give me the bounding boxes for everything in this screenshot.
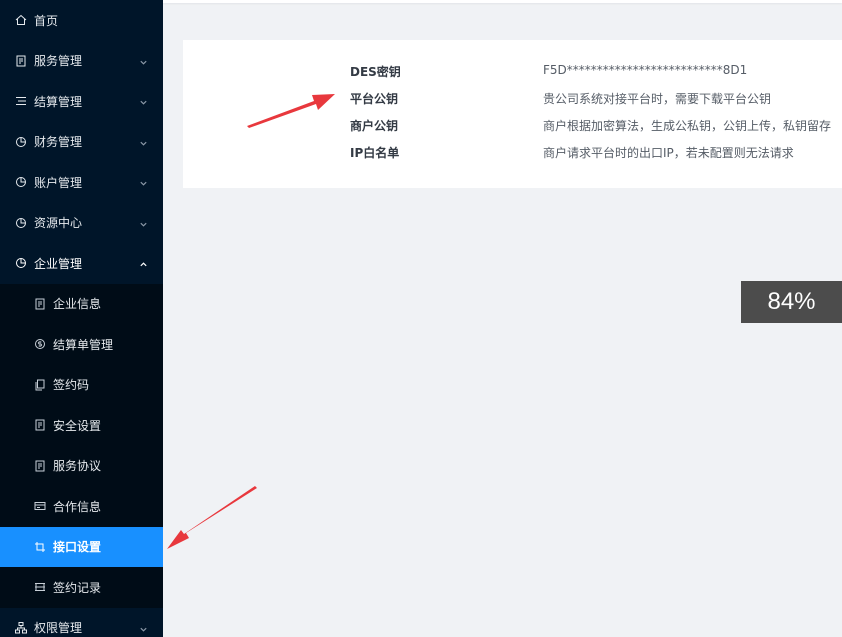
pie-chart-icon (15, 217, 27, 229)
menu-label: 首页 (34, 13, 59, 28)
crop-icon (34, 541, 46, 553)
org-chart-icon (15, 621, 27, 634)
submenu-item-enterprise-info[interactable]: 企业信息 (0, 284, 163, 325)
menu-label: 合作信息 (53, 499, 102, 514)
submenu-item-settlement-bill[interactable]: 结算单管理 (0, 324, 163, 365)
zoom-badge: 84% (741, 281, 842, 323)
sidebar: 首页 服务管理 结算管理 财务管理 账户管理 资源中心 企业管理 企业信息 结算… (0, 0, 163, 637)
info-value: 贵公司系统对接平台时，需要下载平台公钥 (543, 92, 772, 106)
arrow-to-interface-settings (167, 486, 257, 549)
interface-settings-card: DES密钥 F5D**************************8D1 平… (183, 40, 842, 188)
chevron-down-icon (139, 623, 148, 632)
submenu-item-sign-code[interactable]: 签约码 (0, 365, 163, 406)
menu-label: 安全设置 (53, 418, 102, 433)
menu-label: 财务管理 (34, 135, 83, 150)
info-value: 商户根据加密算法，生成公私钥，公钥上传，私钥留存 (543, 119, 832, 133)
document-icon (34, 298, 46, 310)
submenu-item-sign-records[interactable]: 签约记录 (0, 567, 163, 608)
menu-item-service[interactable]: 服务管理 (0, 41, 163, 82)
menu-item-account[interactable]: 账户管理 (0, 162, 163, 203)
card-icon (34, 500, 46, 512)
enterprise-submenu: 企业信息 结算单管理 签约码 安全设置 服务协议 合作信息 接口设置 签约记录 (0, 283, 163, 608)
chevron-down-icon (139, 218, 148, 227)
list-icon (15, 95, 27, 107)
info-value: F5D**************************8D1 (543, 63, 748, 77)
document-icon (15, 55, 27, 67)
pie-chart-icon (15, 176, 27, 188)
menu-label: 结算单管理 (53, 337, 114, 352)
chevron-up-icon (139, 258, 148, 267)
menu-item-home[interactable]: 首页 (0, 0, 163, 41)
menu-item-finance[interactable]: 财务管理 (0, 122, 163, 163)
list-box-icon (34, 581, 46, 593)
menu-item-settlement[interactable]: 结算管理 (0, 81, 163, 122)
info-value: 商户请求平台时的出口IP，若未配置则无法请求 (543, 146, 794, 160)
submenu-item-cooperation[interactable]: 合作信息 (0, 486, 163, 527)
chevron-down-icon (139, 56, 148, 65)
submenu-item-interface-settings[interactable]: 接口设置 (0, 526, 163, 567)
info-key: IP白名单 (350, 146, 400, 160)
menu-label: 签约码 (53, 378, 90, 393)
document-icon (34, 419, 46, 431)
menu-item-enterprise[interactable]: 企业管理 (0, 243, 163, 284)
pie-chart-icon (15, 257, 27, 269)
submenu-item-service-agreement[interactable]: 服务协议 (0, 446, 163, 487)
document-icon (34, 460, 46, 472)
top-header (163, 0, 842, 3)
menu-item-resource[interactable]: 资源中心 (0, 203, 163, 244)
menu-item-permission[interactable]: 权限管理 (0, 608, 163, 637)
menu-label: 账户管理 (34, 175, 83, 190)
menu-label: 接口设置 (53, 540, 102, 555)
menu-label: 签约记录 (53, 580, 102, 595)
menu-label: 企业信息 (53, 297, 102, 312)
menu-label: 服务协议 (53, 459, 102, 474)
menu-label: 服务管理 (34, 54, 83, 69)
chevron-down-icon (139, 177, 148, 186)
pie-chart-icon (15, 136, 27, 148)
info-key: 商户公钥 (350, 119, 399, 133)
menu-label: 企业管理 (34, 256, 83, 271)
chevron-down-icon (139, 137, 148, 146)
menu-label: 资源中心 (34, 216, 83, 231)
menu-label: 结算管理 (34, 94, 83, 109)
submenu-item-security[interactable]: 安全设置 (0, 405, 163, 446)
info-key: DES密钥 (350, 65, 401, 79)
chevron-down-icon (139, 96, 148, 105)
coin-icon (34, 338, 46, 350)
copy-icon (34, 379, 46, 391)
info-key: 平台公钥 (350, 92, 399, 106)
home-icon (15, 14, 27, 26)
menu-label: 权限管理 (34, 621, 83, 636)
